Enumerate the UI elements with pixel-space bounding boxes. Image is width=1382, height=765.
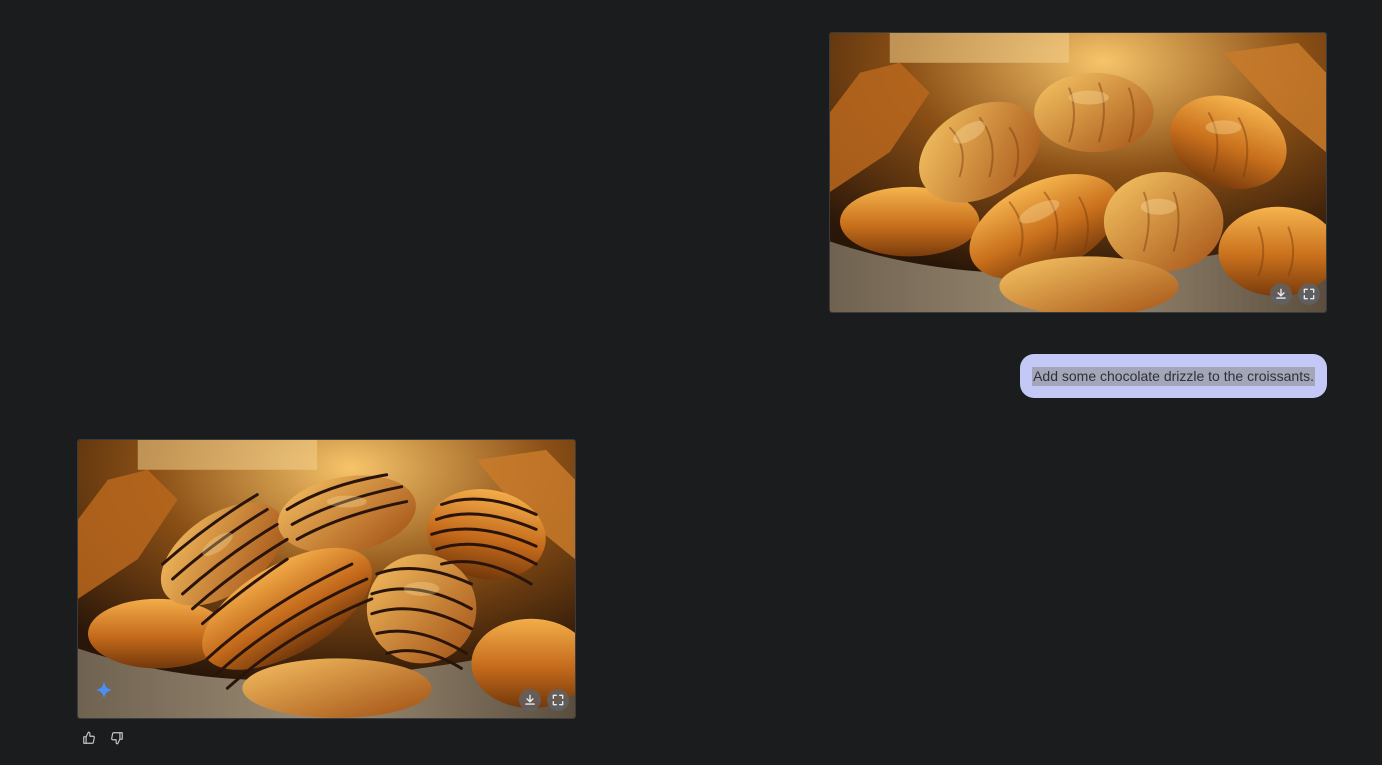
response-feedback (80, 729, 126, 747)
fullscreen-button[interactable] (547, 689, 569, 711)
thumbs-up-button[interactable] (80, 729, 98, 747)
user-prompt-bubble: Add some chocolate drizzle to the croiss… (1020, 354, 1327, 398)
fullscreen-icon (1303, 288, 1315, 300)
croissant-photo (830, 33, 1326, 312)
user-image-card[interactable] (829, 32, 1327, 313)
generated-image-card[interactable] (77, 439, 576, 719)
fullscreen-icon (552, 694, 564, 706)
image-tools (519, 689, 569, 711)
thumbs-down-icon (111, 732, 123, 745)
download-icon (525, 694, 535, 705)
fullscreen-button[interactable] (1298, 283, 1320, 305)
download-button[interactable] (519, 689, 541, 711)
thumbs-down-button[interactable] (108, 729, 126, 747)
chocolate-croissant-photo (78, 440, 575, 718)
download-button[interactable] (1270, 283, 1292, 305)
thumbs-up-icon (83, 731, 95, 744)
download-icon (1276, 288, 1286, 299)
image-tools (1270, 283, 1320, 305)
sparkle-icon (95, 681, 113, 699)
user-prompt-text: Add some chocolate drizzle to the croiss… (1032, 366, 1315, 386)
